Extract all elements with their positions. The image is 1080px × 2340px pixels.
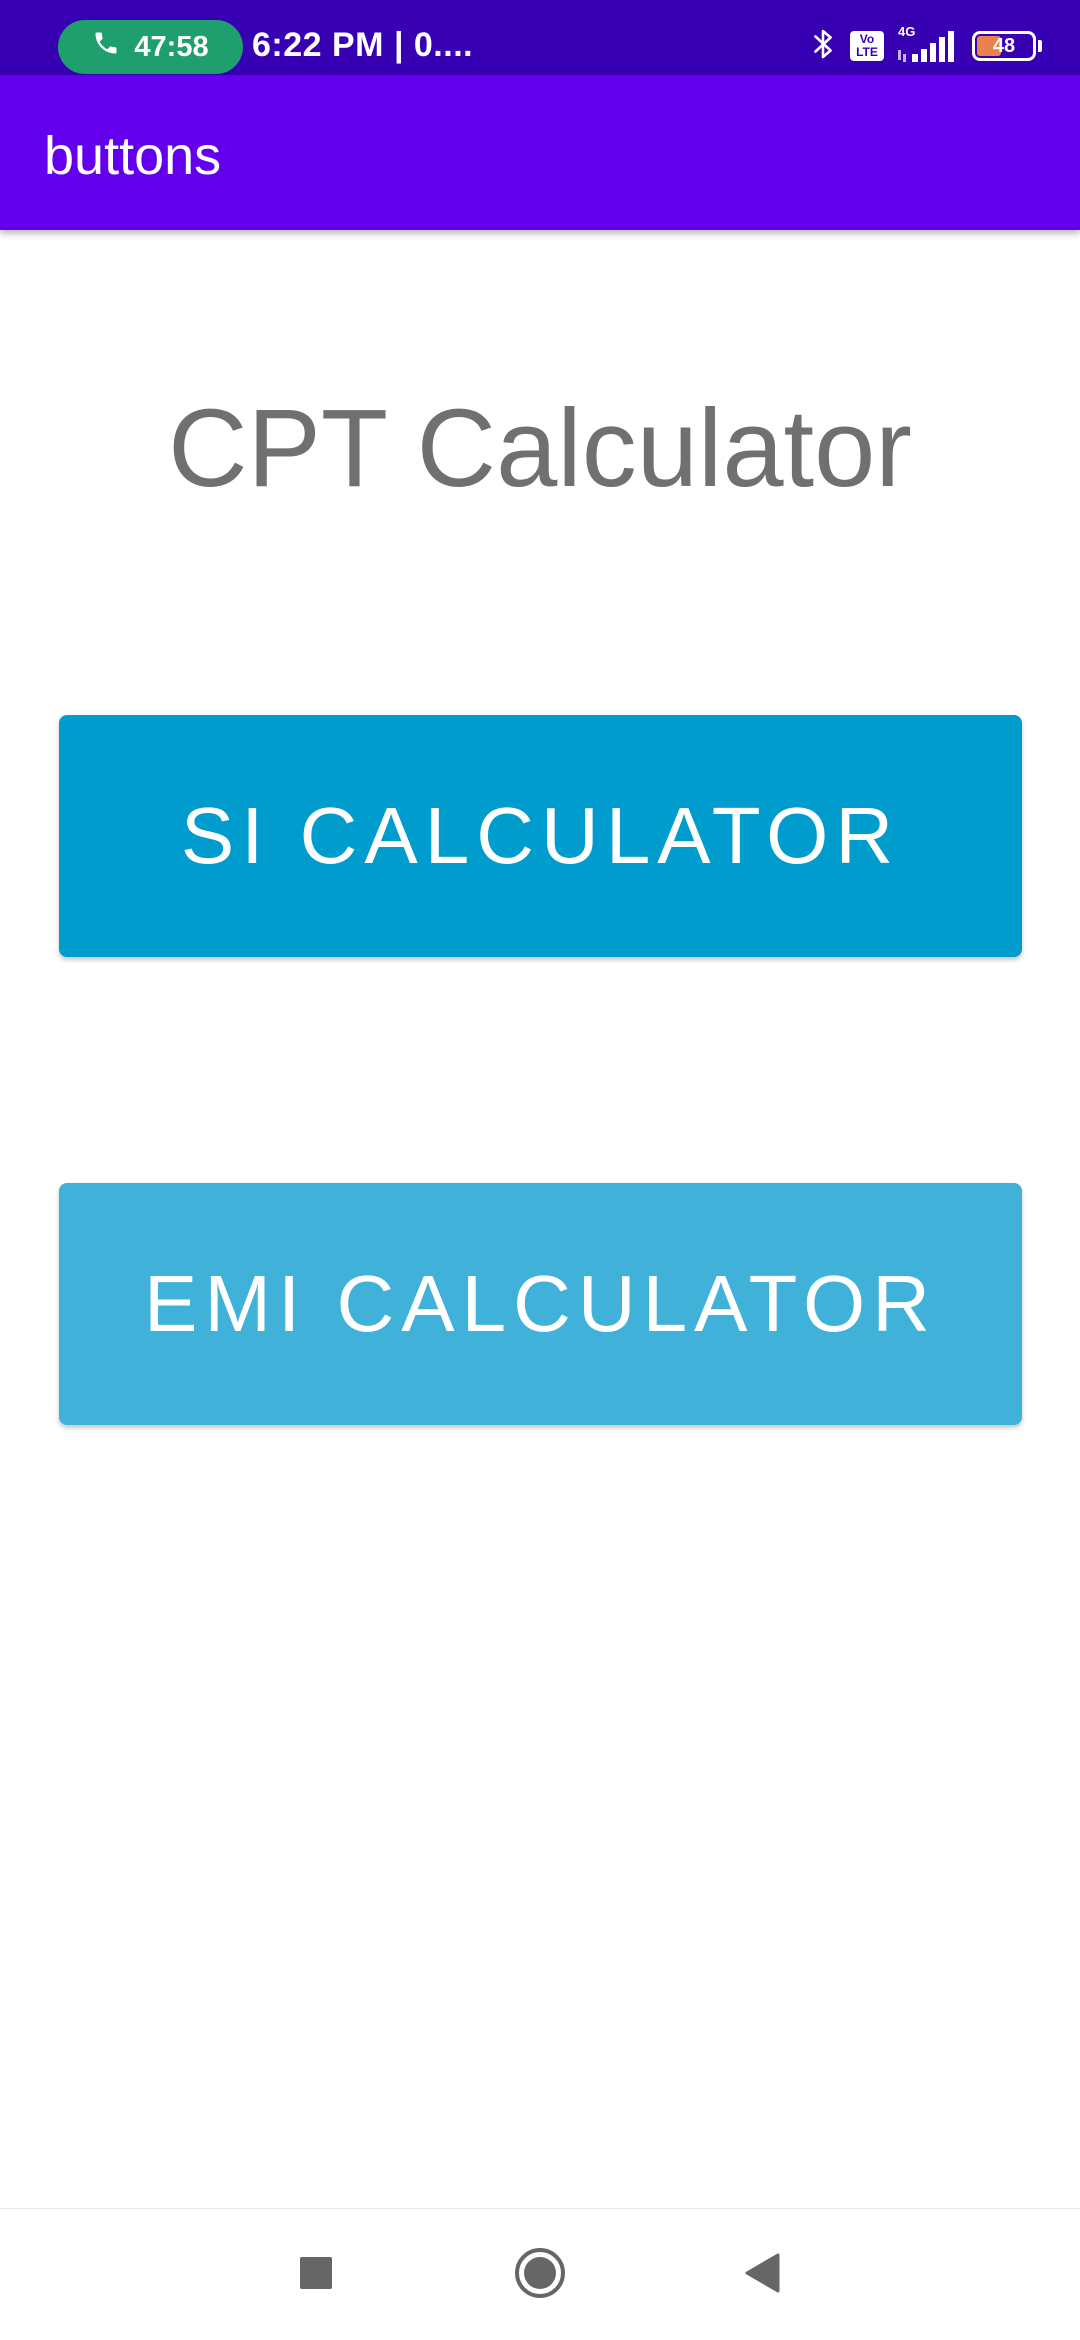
- battery-icon: 48: [972, 31, 1036, 61]
- back-button[interactable]: [702, 2209, 822, 2340]
- call-timer: 47:58: [134, 30, 209, 63]
- app-bar: buttons: [0, 75, 1080, 230]
- app-title: buttons: [44, 126, 222, 186]
- si-calculator-button[interactable]: SI CALCULATOR: [59, 715, 1022, 957]
- status-bar: 47:58 6:22 PM | 0.... Vo LTE 4G 48: [0, 0, 1080, 75]
- page-heading: CPT Calculator: [168, 387, 912, 510]
- battery-nub: [1038, 40, 1042, 52]
- volte-icon: Vo LTE: [850, 31, 884, 61]
- home-circle-icon: [513, 2246, 567, 2305]
- status-time: 6:22 PM | 0....: [252, 26, 474, 64]
- ongoing-call-chip[interactable]: 47:58: [58, 20, 243, 74]
- battery-level: 48: [992, 34, 1016, 57]
- navigation-bar: [0, 2208, 1080, 2340]
- network-type-label: 4G: [898, 24, 916, 39]
- emi-calculator-button[interactable]: EMI CALCULATOR: [59, 1183, 1022, 1425]
- home-button[interactable]: [480, 2209, 600, 2340]
- bluetooth-icon: [810, 26, 836, 67]
- recents-square-icon: [299, 2256, 333, 2295]
- back-triangle-icon: [744, 2253, 780, 2298]
- screen: 47:58 6:22 PM | 0.... Vo LTE 4G 48 butto…: [0, 0, 1080, 2340]
- recents-button[interactable]: [256, 2209, 376, 2340]
- status-icons: Vo LTE 4G 48: [810, 24, 1042, 67]
- phone-icon: [92, 29, 120, 65]
- signal-icon: 4G: [898, 24, 958, 64]
